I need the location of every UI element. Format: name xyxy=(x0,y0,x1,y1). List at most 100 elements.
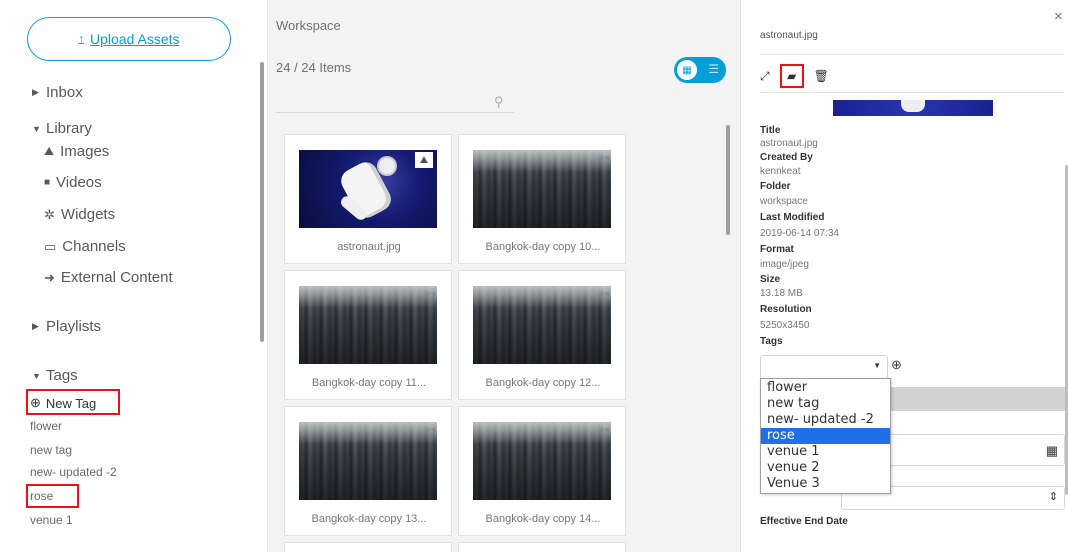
tag-option[interactable]: Venue 3 xyxy=(761,476,890,492)
divider xyxy=(760,92,1064,93)
video-camera-icon: ■◂ xyxy=(423,288,435,299)
asset-card[interactable]: ■◂ Bangkok-day copy 14... xyxy=(458,406,626,536)
sidebar-item-label: Tags xyxy=(46,367,78,384)
tag-item-new-updated-2[interactable]: new- updated -2 xyxy=(30,465,117,479)
tag-option[interactable]: venue 2 xyxy=(761,460,890,476)
sidebar-item-videos[interactable]: ■ Videos xyxy=(44,174,102,191)
asset-card[interactable]: ⛰ astronaut.jpg xyxy=(284,134,452,264)
tag-option[interactable]: flower xyxy=(761,380,890,396)
sidebar-item-library[interactable]: ▼ Library xyxy=(32,120,92,137)
video-camera-icon: ■◂ xyxy=(597,288,609,299)
asset-card[interactable] xyxy=(458,542,626,552)
upload-assets-button[interactable]: ↑ Upload Assets xyxy=(27,17,231,61)
detail-filename: astronaut.jpg xyxy=(760,30,818,41)
meta-last-modified-value: 2019-06-14 07:34 xyxy=(760,228,839,239)
asset-name: Bangkok-day copy 13... xyxy=(311,513,427,525)
close-icon[interactable]: × xyxy=(1054,8,1063,25)
asset-thumbnail: ■◂ xyxy=(473,286,611,364)
tag-option[interactable]: new- updated -2 xyxy=(761,412,890,428)
sidebar-item-widgets[interactable]: ✲ Widgets xyxy=(44,206,115,223)
asset-card[interactable]: ■◂ Bangkok-day copy 10... xyxy=(458,134,626,264)
meta-created-by-key: Created By xyxy=(760,152,813,163)
grid-view-icon[interactable]: ▦ xyxy=(677,60,697,80)
sidebar-item-external-content[interactable]: ➜ External Content xyxy=(44,269,173,286)
effective-end-date-label: Effective End Date xyxy=(760,516,848,527)
sidebar-item-label: Videos xyxy=(56,174,102,191)
meta-folder-key: Folder xyxy=(760,181,791,192)
sidebar-item-inbox[interactable]: ▶ Inbox xyxy=(32,84,83,101)
asset-card[interactable]: ■◂ Bangkok-day copy 13... xyxy=(284,406,452,536)
video-camera-icon: ■ xyxy=(44,177,51,188)
meta-folder-value: workspace xyxy=(760,196,808,207)
tag-dropdown[interactable]: flower new tag new- updated -2 rose venu… xyxy=(760,378,891,494)
sidebar-item-playlists[interactable]: ▶ Playlists xyxy=(32,318,101,335)
view-toggle[interactable]: ▦ ☰ xyxy=(674,57,726,83)
tag-option[interactable]: new tag xyxy=(761,396,890,412)
asset-thumbnail: ■◂ xyxy=(299,422,437,500)
tag-item-new-tag[interactable]: new tag xyxy=(30,443,72,457)
upload-icon: ↑ xyxy=(78,33,85,45)
asset-card[interactable]: ■◂ Bangkok-day copy 12... xyxy=(458,270,626,400)
item-count: 24 / 24 Items xyxy=(276,60,352,75)
tags-label: Tags xyxy=(760,336,783,347)
meta-resolution-value: 5250x3450 xyxy=(760,320,810,331)
video-camera-icon: ■◂ xyxy=(597,152,609,163)
meta-format-value: image/jpeg xyxy=(760,259,809,270)
sidebar-item-label: Inbox xyxy=(46,84,83,101)
meta-resolution-key: Resolution xyxy=(760,304,812,315)
asset-card[interactable] xyxy=(284,542,452,552)
asset-thumbnail: ■◂ xyxy=(473,422,611,500)
save-icon: ▰ xyxy=(786,69,797,83)
gear-icon: ✲ xyxy=(44,206,55,222)
detail-panel: × astronaut.jpg ⤢ ▰ 🗑 Title astronaut.jp… xyxy=(740,0,1068,552)
meta-title-key: Title xyxy=(760,125,781,136)
asset-thumbnail: ■◂ xyxy=(473,150,611,228)
tag-option[interactable]: venue 1 xyxy=(761,444,890,460)
workspace-scrollbar[interactable] xyxy=(726,125,730,235)
sidebar-item-tags[interactable]: ▼ Tags xyxy=(32,367,78,384)
sidebar-item-label: Library xyxy=(46,120,92,137)
tag-item-rose[interactable]: rose xyxy=(30,489,53,503)
add-tag-icon[interactable]: ⊕ xyxy=(891,357,902,373)
asset-card[interactable]: ■◂ Bangkok-day copy 11... xyxy=(284,270,452,400)
asset-name: astronaut.jpg xyxy=(337,241,401,253)
asset-name: Bangkok-day copy 10... xyxy=(485,241,601,253)
asset-name: Bangkok-day copy 14... xyxy=(485,513,601,525)
caret-right-icon: ▶ xyxy=(32,321,39,331)
expand-icon[interactable]: ⤢ xyxy=(760,69,770,84)
external-arrow-icon: ➜ xyxy=(44,269,55,285)
caret-down-icon: ▼ xyxy=(32,370,41,381)
caret-right-icon: ▶ xyxy=(32,87,39,97)
asset-name: Bangkok-day copy 12... xyxy=(485,377,601,389)
image-preview xyxy=(833,100,993,116)
caret-down-icon: ▼ xyxy=(32,123,41,134)
save-button[interactable]: ▰ xyxy=(779,64,804,88)
tag-item-venue-1[interactable]: venue 1 xyxy=(30,513,73,527)
workspace-panel: Workspace 24 / 24 Items ▦ ☰ ⚲ ⛰ astronau… xyxy=(268,0,740,552)
tag-item-flower[interactable]: flower xyxy=(30,419,62,433)
list-view-icon[interactable]: ☰ xyxy=(708,62,719,76)
plus-circle-icon: ⊕ xyxy=(30,395,41,410)
image-type-icon: ⛰ xyxy=(415,152,433,168)
tag-select[interactable]: ▼ xyxy=(760,355,888,379)
sidebar-scrollbar[interactable] xyxy=(260,62,264,342)
video-camera-icon: ■◂ xyxy=(597,424,609,435)
trash-icon[interactable]: 🗑 xyxy=(814,69,829,83)
divider xyxy=(760,54,1064,55)
search-icon[interactable]: ⚲ xyxy=(494,94,504,110)
chevron-down-icon: ▼ xyxy=(873,361,881,370)
search-input[interactable] xyxy=(276,112,514,113)
images-icon: ⛰ xyxy=(44,144,55,158)
sidebar-item-images[interactable]: ⛰ Images xyxy=(44,143,109,160)
asset-thumbnail: ■◂ xyxy=(299,286,437,364)
upload-assets-label: Upload Assets xyxy=(90,31,180,47)
new-tag-button[interactable]: ⊕ New Tag xyxy=(30,395,96,411)
meta-created-by-value: kennkeat xyxy=(760,166,801,177)
stepper-icon[interactable]: ⇕ xyxy=(1049,490,1058,503)
calendar-icon[interactable]: ▦ xyxy=(1046,443,1058,459)
sidebar: ↑ Upload Assets ▶ Inbox ▼ Library ⛰ Imag… xyxy=(0,0,268,552)
sidebar-item-channels[interactable]: ▭ Channels xyxy=(44,238,126,255)
tag-option-selected[interactable]: rose xyxy=(761,428,890,444)
sidebar-item-label: External Content xyxy=(60,269,173,286)
meta-format-key: Format xyxy=(760,244,794,255)
